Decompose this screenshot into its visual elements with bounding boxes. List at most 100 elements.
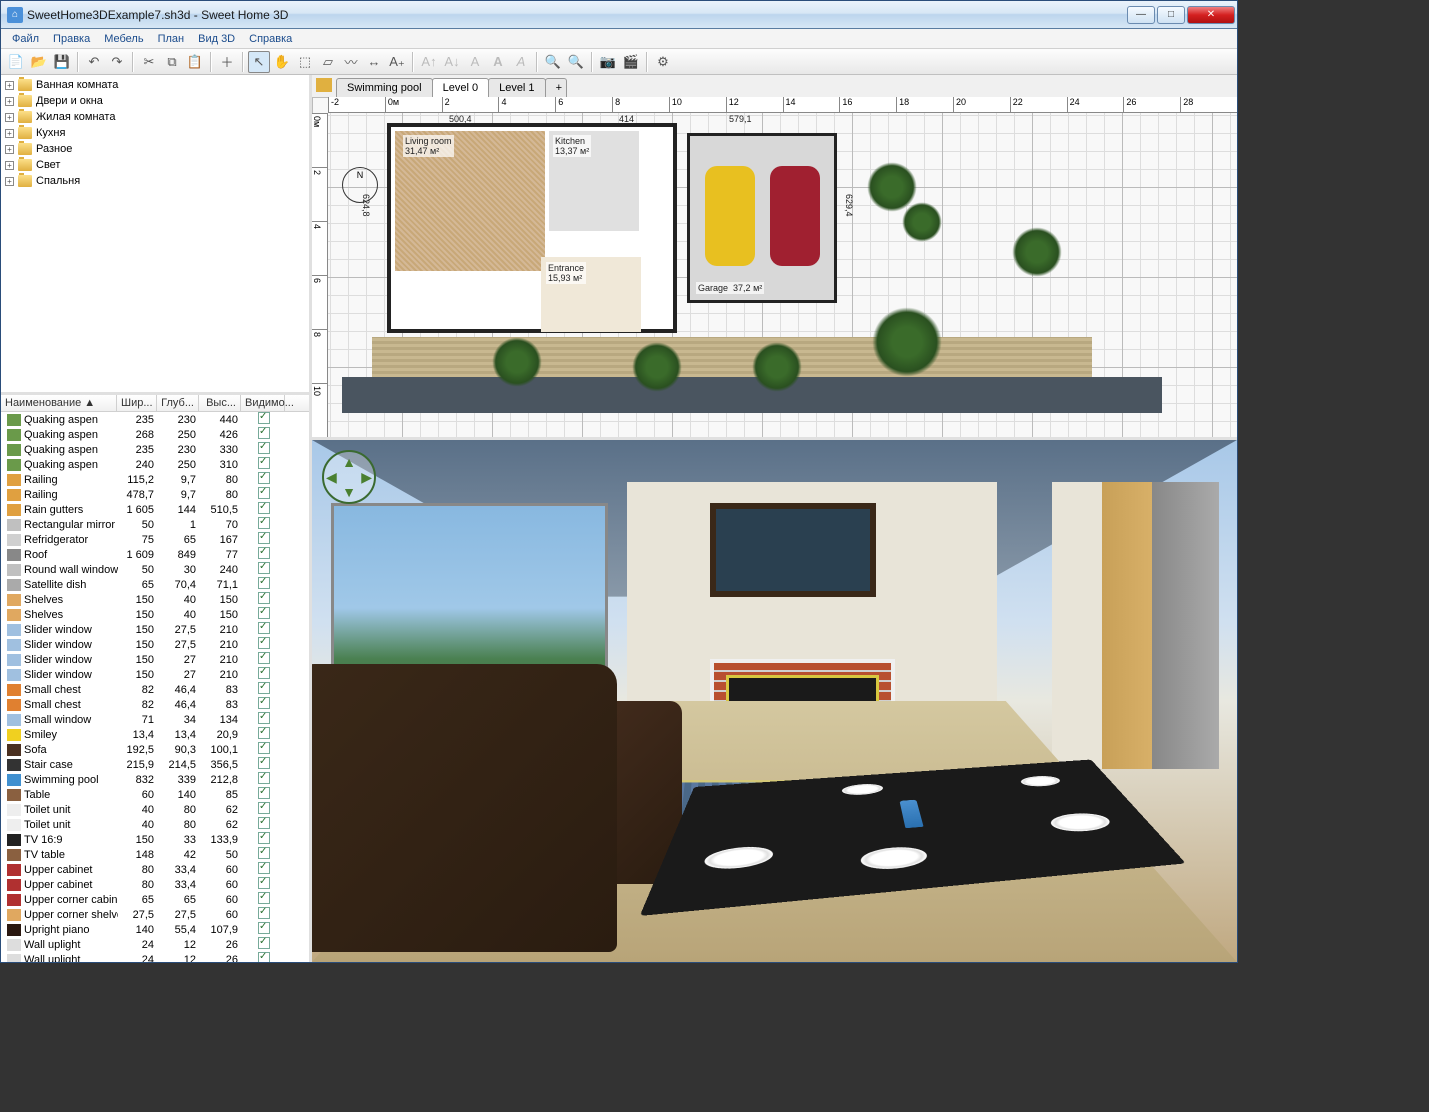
- garage-room[interactable]: Garage 37,2 м²: [687, 133, 837, 303]
- nav-compass-3d[interactable]: ▲▼ ◀▶: [322, 450, 376, 504]
- furniture-row[interactable]: Swimming pool832339212,8: [1, 772, 309, 787]
- tab-add-level[interactable]: +: [545, 78, 567, 97]
- visible-checkbox[interactable]: [258, 682, 270, 694]
- paste-button[interactable]: 📋: [184, 51, 206, 73]
- text-tool[interactable]: A₊: [386, 51, 408, 73]
- furniture-row[interactable]: Smiley13,413,420,9: [1, 727, 309, 742]
- visible-checkbox[interactable]: [258, 652, 270, 664]
- text-size-down[interactable]: A↓: [441, 51, 463, 73]
- bush-icon[interactable]: [1012, 227, 1062, 277]
- visible-checkbox[interactable]: [258, 862, 270, 874]
- titlebar[interactable]: ⌂ SweetHome3DExample7.sh3d - Sweet Home …: [1, 1, 1237, 29]
- furniture-row[interactable]: Quaking aspen268250426: [1, 427, 309, 442]
- furniture-row[interactable]: TV table1484250: [1, 847, 309, 862]
- furniture-row[interactable]: Upper cabinet8033,460: [1, 862, 309, 877]
- open-button[interactable]: 📂: [28, 51, 50, 73]
- visible-checkbox[interactable]: [258, 892, 270, 904]
- furniture-row[interactable]: Slider window15027,5210: [1, 622, 309, 637]
- menu-plan[interactable]: План: [151, 31, 192, 47]
- menu-file[interactable]: Файл: [5, 31, 46, 47]
- visible-checkbox[interactable]: [258, 547, 270, 559]
- catalog-folder[interactable]: +Двери и окна: [3, 93, 307, 109]
- visible-checkbox[interactable]: [258, 877, 270, 889]
- menu-view3d[interactable]: Вид 3D: [191, 31, 242, 47]
- text-size-up[interactable]: A↑: [418, 51, 440, 73]
- wall-tool[interactable]: ⬚: [294, 51, 316, 73]
- visible-checkbox[interactable]: [258, 532, 270, 544]
- bush-icon[interactable]: [867, 162, 917, 212]
- bush-icon[interactable]: [872, 307, 942, 377]
- visible-checkbox[interactable]: [258, 817, 270, 829]
- furniture-row[interactable]: Satellite dish6570,471,1: [1, 577, 309, 592]
- visible-checkbox[interactable]: [258, 667, 270, 679]
- menu-edit[interactable]: Правка: [46, 31, 97, 47]
- copy-button[interactable]: ⧉: [161, 51, 183, 73]
- visible-checkbox[interactable]: [258, 607, 270, 619]
- furniture-row[interactable]: Shelves15040150: [1, 592, 309, 607]
- menu-furniture[interactable]: Мебель: [97, 31, 150, 47]
- furniture-row[interactable]: Toilet unit408062: [1, 817, 309, 832]
- furniture-list[interactable]: Наименование ▲ Шир... Глуб... Выс... Вид…: [1, 395, 309, 962]
- furniture-row[interactable]: Upper corner cabinet656560: [1, 892, 309, 907]
- add-furniture-button[interactable]: ＋: [216, 51, 238, 73]
- visible-checkbox[interactable]: [258, 457, 270, 469]
- furniture-row[interactable]: Rain gutters1 605144510,5: [1, 502, 309, 517]
- home-icon[interactable]: [316, 78, 332, 92]
- visible-checkbox[interactable]: [258, 562, 270, 574]
- visible-checkbox[interactable]: [258, 697, 270, 709]
- menu-help[interactable]: Справка: [242, 31, 299, 47]
- pan-tool[interactable]: ✋: [271, 51, 293, 73]
- cut-button[interactable]: ✂: [138, 51, 160, 73]
- photo-button[interactable]: 📷: [597, 51, 619, 73]
- col-visible[interactable]: Видимо...: [241, 395, 285, 411]
- visible-checkbox[interactable]: [258, 442, 270, 454]
- plan-canvas[interactable]: -20м246810121416182022242628 0м246810 N …: [312, 97, 1237, 437]
- car-red[interactable]: [770, 166, 820, 266]
- catalog-folder[interactable]: +Свет: [3, 157, 307, 173]
- video-button[interactable]: 🎬: [620, 51, 642, 73]
- catalog-folder[interactable]: +Жилая комната: [3, 109, 307, 125]
- visible-checkbox[interactable]: [258, 757, 270, 769]
- col-depth[interactable]: Глуб...: [157, 395, 199, 411]
- furniture-row[interactable]: Railing115,29,780: [1, 472, 309, 487]
- visible-checkbox[interactable]: [258, 742, 270, 754]
- car-yellow[interactable]: [705, 166, 755, 266]
- furniture-row[interactable]: Slider window15027210: [1, 652, 309, 667]
- furniture-row[interactable]: Shelves15040150: [1, 607, 309, 622]
- catalog-folder[interactable]: +Разное: [3, 141, 307, 157]
- furniture-row[interactable]: Refridgerator7565167: [1, 532, 309, 547]
- close-button[interactable]: ✕: [1187, 6, 1235, 24]
- furniture-row[interactable]: Slider window15027,5210: [1, 637, 309, 652]
- visible-checkbox[interactable]: [258, 517, 270, 529]
- furniture-row[interactable]: Upper cabinet8033,460: [1, 877, 309, 892]
- select-tool[interactable]: ↖: [248, 51, 270, 73]
- furniture-row[interactable]: Quaking aspen240250310: [1, 457, 309, 472]
- tab-swimming-pool[interactable]: Swimming pool: [336, 78, 433, 97]
- furniture-row[interactable]: Sofa192,590,3100,1: [1, 742, 309, 757]
- catalog-folder[interactable]: +Спальня: [3, 173, 307, 189]
- furniture-row[interactable]: Quaking aspen235230330: [1, 442, 309, 457]
- furniture-row[interactable]: Table6014085: [1, 787, 309, 802]
- floorplan[interactable]: Living room31,47 м² Kitchen13,37 м² Entr…: [387, 123, 807, 333]
- text-color[interactable]: A: [464, 51, 486, 73]
- polyline-tool[interactable]: 〰: [340, 51, 362, 73]
- furniture-row[interactable]: Quaking aspen235230440: [1, 412, 309, 427]
- bush-icon[interactable]: [752, 342, 802, 392]
- visible-checkbox[interactable]: [258, 787, 270, 799]
- visible-checkbox[interactable]: [258, 712, 270, 724]
- visible-checkbox[interactable]: [258, 952, 270, 962]
- visible-checkbox[interactable]: [258, 727, 270, 739]
- tab-level-1[interactable]: Level 1: [488, 78, 545, 97]
- furniture-row[interactable]: Wall uplight241226: [1, 937, 309, 952]
- furniture-catalog-tree[interactable]: +Ванная комната+Двери и окна+Жилая комна…: [1, 75, 309, 395]
- visible-checkbox[interactable]: [258, 847, 270, 859]
- furniture-row[interactable]: Small window7134134: [1, 712, 309, 727]
- bush-icon[interactable]: [902, 202, 942, 242]
- preferences-button[interactable]: ⚙: [652, 51, 674, 73]
- dimension-tool[interactable]: ↔: [363, 51, 385, 73]
- minimize-button[interactable]: —: [1127, 6, 1155, 24]
- furniture-row[interactable]: Toilet unit408062: [1, 802, 309, 817]
- catalog-folder[interactable]: +Ванная комната: [3, 77, 307, 93]
- furniture-row[interactable]: Round wall window5030240: [1, 562, 309, 577]
- furniture-row[interactable]: Roof1 60984977: [1, 547, 309, 562]
